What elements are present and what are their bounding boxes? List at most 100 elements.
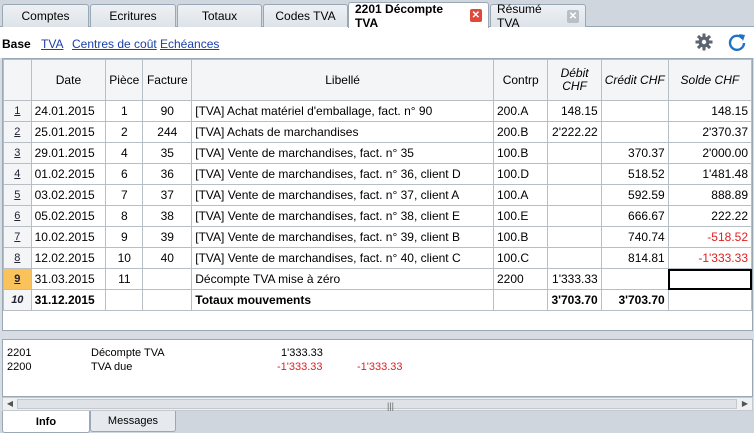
table-row[interactable]: 4 01.02.2015 6 36 [TVA] Vente de marchandise…	[3, 163, 753, 185]
cell-credit[interactable]	[600, 100, 669, 122]
cell-piece[interactable]: 2	[105, 121, 144, 143]
cell-piece[interactable]: 10	[105, 247, 144, 269]
cell-facture[interactable]: 35	[142, 142, 193, 164]
table-row[interactable]: 3 29.01.2015 4 35 [TVA] Vente de marchandise…	[3, 142, 753, 164]
cell-contrp[interactable]: 200.B	[492, 121, 549, 143]
cell-libelle[interactable]: [TVA] Vente de marchandises, fact. n° 40…	[191, 247, 494, 269]
cell-piece[interactable]	[105, 289, 144, 311]
header-facture[interactable]: Facture	[142, 59, 193, 101]
table-row[interactable]: 1 24.01.2015 1 90 [TVA] Achat matériel d'emb…	[3, 100, 753, 122]
row-number[interactable]: 2	[3, 121, 32, 143]
cell-contrp[interactable]	[492, 289, 549, 311]
table-row[interactable]: 5 03.02.2015 7 37 [TVA] Vente de marchandise…	[3, 184, 753, 206]
cell-date[interactable]: 25.01.2015	[30, 121, 107, 143]
view-cost-centers[interactable]: Centres de coût	[72, 37, 157, 51]
header-libelle[interactable]: Libellé	[191, 59, 494, 101]
cell-contrp[interactable]: 100.B	[492, 142, 549, 164]
tab-messages[interactable]: Messages	[90, 411, 176, 432]
cell-facture[interactable]	[142, 289, 193, 311]
cell-date[interactable]: 03.02.2015	[30, 184, 107, 206]
cell-debit[interactable]	[547, 205, 602, 227]
scroll-right-icon[interactable]: ▶	[739, 398, 751, 410]
cell-date[interactable]: 05.02.2015	[30, 205, 107, 227]
tab-info[interactable]: Info	[2, 411, 90, 433]
cell-debit[interactable]	[547, 163, 602, 185]
cell-credit[interactable]: 518.52	[600, 163, 669, 185]
cell-libelle[interactable]: [TVA] Vente de marchandises, fact. n° 35	[191, 142, 494, 164]
close-icon[interactable]: ✕	[566, 9, 579, 23]
cell-facture[interactable]: 244	[142, 121, 193, 143]
cell-facture[interactable]: 90	[142, 100, 193, 122]
cell-credit[interactable]: 666.67	[600, 205, 669, 227]
cell-facture[interactable]: 36	[142, 163, 193, 185]
cell-piece[interactable]: 1	[105, 100, 144, 122]
horizontal-scrollbar[interactable]: ◀ ||| ▶	[2, 397, 753, 411]
cell-libelle[interactable]: Décompte TVA mise à zéro	[191, 268, 494, 290]
cell-piece[interactable]: 11	[105, 268, 144, 290]
header-solde[interactable]: Solde CHF	[667, 59, 753, 101]
refresh-icon[interactable]	[727, 32, 747, 52]
row-number[interactable]: 7	[3, 226, 32, 248]
cell-piece[interactable]: 8	[105, 205, 144, 227]
cell-facture[interactable]: 37	[142, 184, 193, 206]
table-row[interactable]: 10 31.12.2015 Totaux mouvements 3'703.70 3'7…	[3, 289, 753, 311]
cell-contrp[interactable]: 100.E	[492, 205, 549, 227]
cell-date[interactable]: 01.02.2015	[30, 163, 107, 185]
cell-debit[interactable]: 148.15	[547, 100, 602, 122]
cell-date[interactable]: 31.03.2015	[30, 268, 107, 290]
header-date[interactable]: Date	[30, 59, 107, 101]
cell-solde[interactable]: -1'333.33	[667, 247, 753, 269]
cell-solde[interactable]: 888.89	[667, 184, 753, 206]
cell-piece[interactable]: 4	[105, 142, 144, 164]
scroll-left-icon[interactable]: ◀	[4, 398, 16, 410]
cell-contrp[interactable]: 100.D	[492, 163, 549, 185]
cell-debit[interactable]	[547, 247, 602, 269]
cell-piece[interactable]: 6	[105, 163, 144, 185]
tab-comptes[interactable]: Comptes	[2, 4, 89, 27]
cell-debit[interactable]	[547, 184, 602, 206]
cell-date[interactable]: 12.02.2015	[30, 247, 107, 269]
cell-date[interactable]: 31.12.2015	[30, 289, 107, 311]
cell-credit[interactable]: 370.37	[600, 142, 669, 164]
cell-solde[interactable]: 2'000.00	[667, 142, 753, 164]
cell-solde[interactable]: 1'481.48	[667, 163, 753, 185]
header-piece[interactable]: Pièce	[105, 59, 144, 101]
cell-libelle[interactable]: [TVA] Achats de marchandises	[191, 121, 494, 143]
table-row[interactable]: 9 31.03.2015 11 Décompte TVA mise à zéro 220…	[3, 268, 753, 290]
tab-totaux[interactable]: Totaux	[177, 4, 262, 27]
cell-date[interactable]: 10.02.2015	[30, 226, 107, 248]
cell-facture[interactable]	[142, 268, 193, 290]
view-tva[interactable]: TVA	[41, 37, 63, 51]
cell-debit[interactable]: 1'333.33	[547, 268, 602, 290]
cell-contrp[interactable]: 200.A	[492, 100, 549, 122]
cell-solde[interactable]: 148.15	[667, 100, 753, 122]
scrollbar-thumb[interactable]: |||	[17, 399, 737, 411]
cell-libelle[interactable]: Totaux mouvements	[191, 289, 494, 311]
cell-piece[interactable]: 9	[105, 226, 144, 248]
cell-libelle[interactable]: [TVA] Vente de marchandises, fact. n° 37…	[191, 184, 494, 206]
cell-contrp[interactable]: 100.B	[492, 226, 549, 248]
cell-piece[interactable]: 7	[105, 184, 144, 206]
row-number[interactable]: 5	[3, 184, 32, 206]
cell-libelle[interactable]: [TVA] Vente de marchandises, fact. n° 36…	[191, 163, 494, 185]
cell-credit[interactable]: 592.59	[600, 184, 669, 206]
cell-credit[interactable]: 3'703.70	[600, 289, 669, 311]
cell-solde[interactable]	[667, 289, 753, 311]
cell-credit[interactable]: 814.81	[600, 247, 669, 269]
row-number[interactable]: 1	[3, 100, 32, 122]
cell-debit[interactable]	[547, 142, 602, 164]
tab-ecritures[interactable]: Ecritures	[90, 4, 176, 27]
cell-credit[interactable]	[600, 121, 669, 143]
table-row[interactable]: 6 05.02.2015 8 38 [TVA] Vente de marchandise…	[3, 205, 753, 227]
tab-decompte-tva[interactable]: 2201 Décompte TVA ✕	[348, 2, 489, 30]
tab-resume-tva[interactable]: Résumé TVA ✕	[490, 2, 586, 30]
tab-codes-tva[interactable]: Codes TVA	[263, 4, 348, 27]
cell-contrp[interactable]: 100.A	[492, 184, 549, 206]
cell-credit[interactable]	[600, 268, 669, 290]
row-number[interactable]: 4	[3, 163, 32, 185]
cell-solde[interactable]	[667, 268, 753, 290]
view-due-dates[interactable]: Echéances	[160, 37, 219, 51]
gear-icon[interactable]	[695, 33, 713, 51]
table-row[interactable]: 7 10.02.2015 9 39 [TVA] Vente de marchandise…	[3, 226, 753, 248]
cell-debit[interactable]: 3'703.70	[547, 289, 602, 311]
